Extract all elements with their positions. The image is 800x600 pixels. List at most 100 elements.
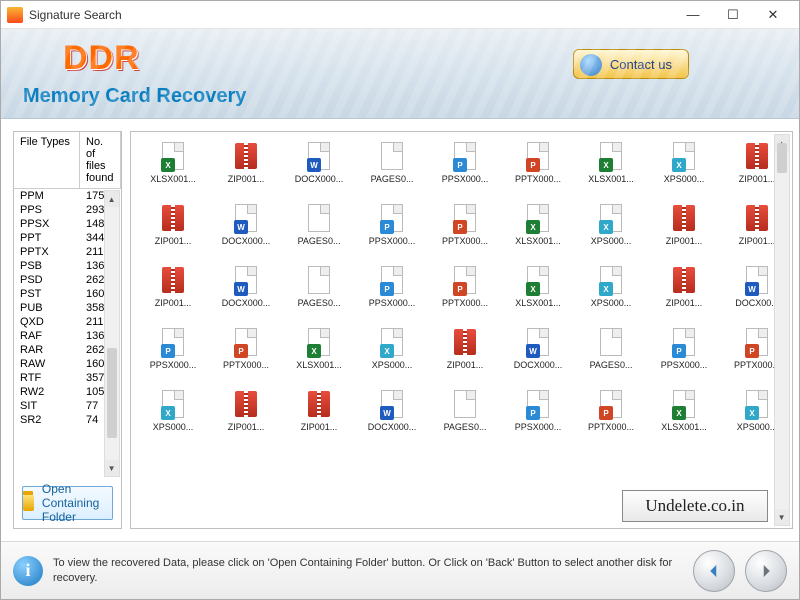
file-label: ZIP001...: [435, 360, 496, 370]
app-window: Signature Search ― ☐ ✕ DDR Memory Card R…: [0, 0, 800, 600]
xls-file-icon: X: [159, 140, 187, 172]
file-item[interactable]: PPPSX000...: [435, 140, 496, 184]
file-item[interactable]: WDOCX000...: [362, 388, 423, 432]
file-label: ZIP001...: [654, 298, 715, 308]
file-label: PAGES0...: [289, 236, 350, 246]
scroll-down-icon[interactable]: ▼: [105, 460, 119, 476]
files-grid-panel: X XLSX001... ZIP001... WDOCX000... PAGES0...…: [130, 131, 793, 529]
header-subtitle: Memory Card Recovery: [23, 85, 246, 108]
file-item[interactable]: ZIP001...: [289, 388, 350, 432]
zip-file-icon: [305, 388, 333, 420]
file-label: PAGES0...: [435, 422, 496, 432]
file-item[interactable]: PPPTX000...: [216, 326, 277, 370]
brand-badge: Undelete.co.in: [622, 490, 767, 522]
open-folder-label: Open Containing Folder: [42, 482, 112, 524]
file-item[interactable]: ZIP001...: [216, 388, 277, 432]
file-item[interactable]: PPPTX000...: [435, 264, 496, 308]
scroll-thumb[interactable]: [107, 348, 117, 438]
contact-label: Contact us: [610, 57, 672, 72]
file-item[interactable]: XXLSX001...: [508, 202, 569, 246]
file-label: DOCX000...: [216, 298, 277, 308]
file-label: PPSX000...: [143, 360, 204, 370]
maximize-button[interactable]: ☐: [713, 2, 753, 28]
file-item[interactable]: XXPS000...: [362, 326, 423, 370]
file-label: XLSX001...: [143, 174, 204, 184]
file-label: PPSX000...: [362, 298, 423, 308]
file-item[interactable]: WDOCX000...: [289, 140, 350, 184]
file-label: XPS000...: [581, 236, 642, 246]
xls-file-icon: X: [305, 326, 333, 358]
zip-file-icon: [232, 388, 260, 420]
page-file-icon: [305, 264, 333, 296]
file-item[interactable]: WDOCX000...: [216, 264, 277, 308]
file-item[interactable]: XXLSX001...: [654, 388, 715, 432]
file-item[interactable]: PAGES0...: [435, 388, 496, 432]
file-item[interactable]: PAGES0...: [289, 264, 350, 308]
arrow-left-icon: [705, 562, 723, 580]
file-item[interactable]: ZIP001...: [143, 264, 204, 308]
zip-file-icon: [743, 140, 771, 172]
folder-icon: [23, 495, 34, 511]
file-label: DOCX000...: [216, 236, 277, 246]
titlebar: Signature Search ― ☐ ✕: [1, 1, 799, 29]
file-label: DOCX000...: [289, 174, 350, 184]
cell-type: QXD: [14, 315, 80, 329]
scroll-thumb[interactable]: [777, 143, 787, 173]
file-item[interactable]: PAGES0...: [581, 326, 642, 370]
scroll-down-icon[interactable]: ▼: [775, 509, 789, 525]
info-icon: i: [13, 556, 43, 586]
file-item[interactable]: ZIP001...: [216, 140, 277, 184]
xps-file-icon: X: [597, 202, 625, 234]
file-item[interactable]: PPPSX000...: [362, 264, 423, 308]
file-item[interactable]: XXPS000...: [581, 264, 642, 308]
file-item[interactable]: PPPSX000...: [143, 326, 204, 370]
cell-type: PST: [14, 287, 80, 301]
file-label: PPSX000...: [362, 236, 423, 246]
file-item[interactable]: ZIP001...: [654, 264, 715, 308]
file-item[interactable]: XXPS000...: [654, 140, 715, 184]
zip-file-icon: [159, 264, 187, 296]
close-button[interactable]: ✕: [753, 2, 793, 28]
file-label: XLSX001...: [508, 236, 569, 246]
page-file-icon: [378, 140, 406, 172]
next-button[interactable]: [745, 550, 787, 592]
file-item[interactable]: XXLSX001...: [508, 264, 569, 308]
open-containing-folder-button[interactable]: Open Containing Folder: [22, 486, 113, 520]
file-item[interactable]: PPPSX000...: [654, 326, 715, 370]
file-item[interactable]: XXLSX001...: [581, 140, 642, 184]
file-item[interactable]: XXLSX001...: [289, 326, 350, 370]
file-item[interactable]: ZIP001...: [143, 202, 204, 246]
file-item[interactable]: ZIP001...: [435, 326, 496, 370]
file-item[interactable]: PAGES0...: [289, 202, 350, 246]
cell-type: PPTX: [14, 245, 80, 259]
scroll-up-icon[interactable]: ▲: [105, 191, 119, 207]
file-item[interactable]: PPPTX000...: [435, 202, 496, 246]
back-button[interactable]: [693, 550, 735, 592]
cell-type: PUB: [14, 301, 80, 315]
file-item[interactable]: WDOCX000...: [508, 326, 569, 370]
ppt-file-icon: P: [597, 388, 625, 420]
table-scrollbar[interactable]: ▲ ▼: [104, 190, 120, 477]
file-item[interactable]: ZIP001...: [654, 202, 715, 246]
file-item[interactable]: PPPSX000...: [508, 388, 569, 432]
file-label: PAGES0...: [289, 298, 350, 308]
cell-type: PSD: [14, 273, 80, 287]
zip-file-icon: [451, 326, 479, 358]
grid-scrollbar[interactable]: ▲ ▼: [774, 134, 790, 526]
minimize-button[interactable]: ―: [673, 2, 713, 28]
file-item[interactable]: PAGES0...: [362, 140, 423, 184]
file-item[interactable]: PPPTX000...: [508, 140, 569, 184]
file-item[interactable]: PPPSX000...: [362, 202, 423, 246]
contact-us-button[interactable]: Contact us: [573, 49, 689, 79]
zip-file-icon: [670, 202, 698, 234]
file-label: DOCX000...: [508, 360, 569, 370]
file-item[interactable]: X XLSX001...: [143, 140, 204, 184]
file-item[interactable]: WDOCX000...: [216, 202, 277, 246]
file-item[interactable]: X XPS000...: [581, 202, 642, 246]
file-item[interactable]: XXPS000...: [143, 388, 204, 432]
file-label: PPTX000...: [581, 422, 642, 432]
col-file-types[interactable]: File Types: [14, 132, 80, 188]
file-label: ZIP001...: [289, 422, 350, 432]
file-item[interactable]: P PPTX000...: [581, 388, 642, 432]
col-count[interactable]: No. of files found: [80, 132, 121, 188]
